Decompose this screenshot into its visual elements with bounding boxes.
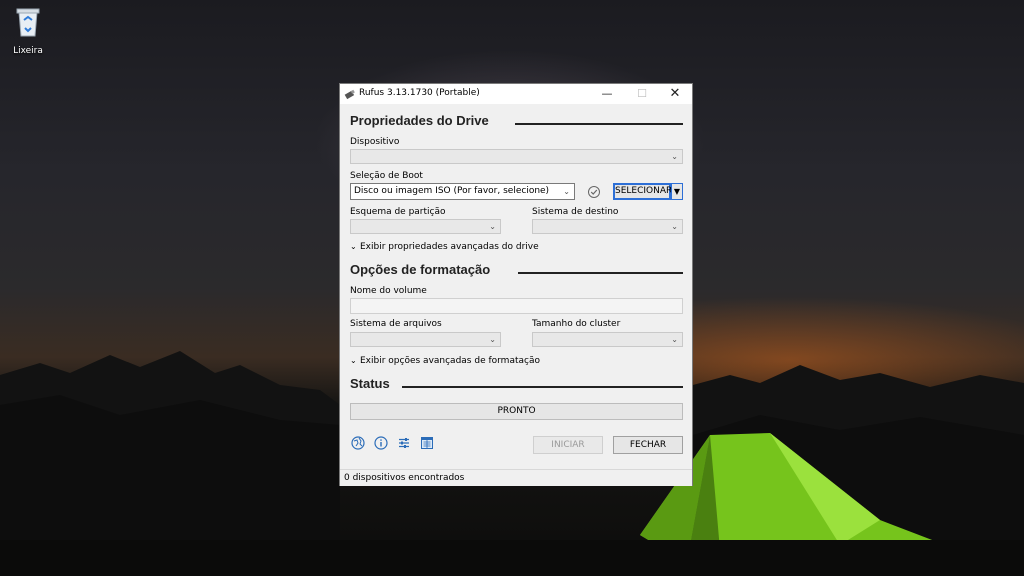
target-label: Sistema de destino [532,207,619,217]
minimize-button[interactable]: — [590,84,624,104]
select-button[interactable]: SELECIONAR [613,183,672,200]
check-icon[interactable] [587,185,601,199]
globe-icon[interactable] [351,436,365,450]
device-select[interactable]: ⌄ [350,149,683,164]
ground [0,540,1024,576]
boot-select[interactable]: Disco ou imagem ISO (Por favor, selecion… [350,183,575,200]
device-label: Dispositivo [350,137,400,147]
close-window-button[interactable]: ✕ [658,84,692,104]
start-button[interactable]: INICIAR [533,436,603,454]
format-section-rule [518,272,683,274]
window-title: Rufus 3.13.1730 (Portable) [359,88,480,98]
partition-select[interactable]: ⌄ [350,219,501,234]
format-advanced-label: Exibir opções avançadas de formatação [360,356,540,366]
chevron-down-icon: ⌄ [350,242,357,251]
chevron-down-icon: ⌄ [489,335,496,344]
cluster-label: Tamanho do cluster [532,319,621,329]
cluster-select[interactable]: ⌄ [532,332,683,347]
settings-icon[interactable] [397,436,411,450]
filesystem-label: Sistema de arquivos [350,319,442,329]
maximize-button[interactable]: ☐ [625,84,659,104]
rufus-window: Rufus 3.13.1730 (Portable) — ☐ ✕ Proprie… [339,83,693,486]
status-section-rule [402,386,683,388]
status-section-title: Status [350,376,390,391]
log-icon[interactable] [420,436,434,450]
chevron-down-icon: ⌄ [350,356,357,365]
status-line: 0 dispositivos encontrados [340,469,692,486]
volume-name-input[interactable] [350,298,683,314]
chevron-down-icon: ⌄ [671,152,678,161]
usb-drive-icon [344,89,355,100]
recycle-bin-icon [16,8,40,37]
status-progress-bar: PRONTO [350,403,683,420]
title-bar[interactable]: Rufus 3.13.1730 (Portable) — ☐ ✕ [340,84,692,104]
chevron-down-icon: ⌄ [671,335,678,344]
triangle-down-icon: ▼ [673,187,681,196]
chevron-down-icon: ⌄ [671,222,678,231]
drive-section-rule [515,123,683,125]
volume-label: Nome do volume [350,286,427,296]
drive-advanced-label: Exibir propriedades avançadas do drive [360,242,539,252]
close-button[interactable]: FECHAR [613,436,683,454]
recycle-bin[interactable]: Lixeira [6,6,50,56]
filesystem-select[interactable]: ⌄ [350,332,501,347]
format-section-title: Opções de formatação [350,262,491,277]
drive-advanced-toggle[interactable]: ⌄ Exibir propriedades avançadas do drive [350,242,539,252]
chevron-down-icon: ⌄ [489,222,496,231]
drive-section-title: Propriedades do Drive [350,113,489,128]
boot-value: Disco ou imagem ISO (Por favor, selecion… [354,186,550,196]
select-dropdown-button[interactable]: ▼ [671,183,683,200]
format-advanced-toggle[interactable]: ⌄ Exibir opções avançadas de formatação [350,356,540,366]
recycle-bin-label: Lixeira [13,46,43,56]
info-icon[interactable] [374,436,388,450]
target-select[interactable]: ⌄ [532,219,683,234]
chevron-down-icon: ⌄ [563,187,570,196]
partition-label: Esquema de partição [350,207,446,217]
boot-label: Seleção de Boot [350,171,423,181]
